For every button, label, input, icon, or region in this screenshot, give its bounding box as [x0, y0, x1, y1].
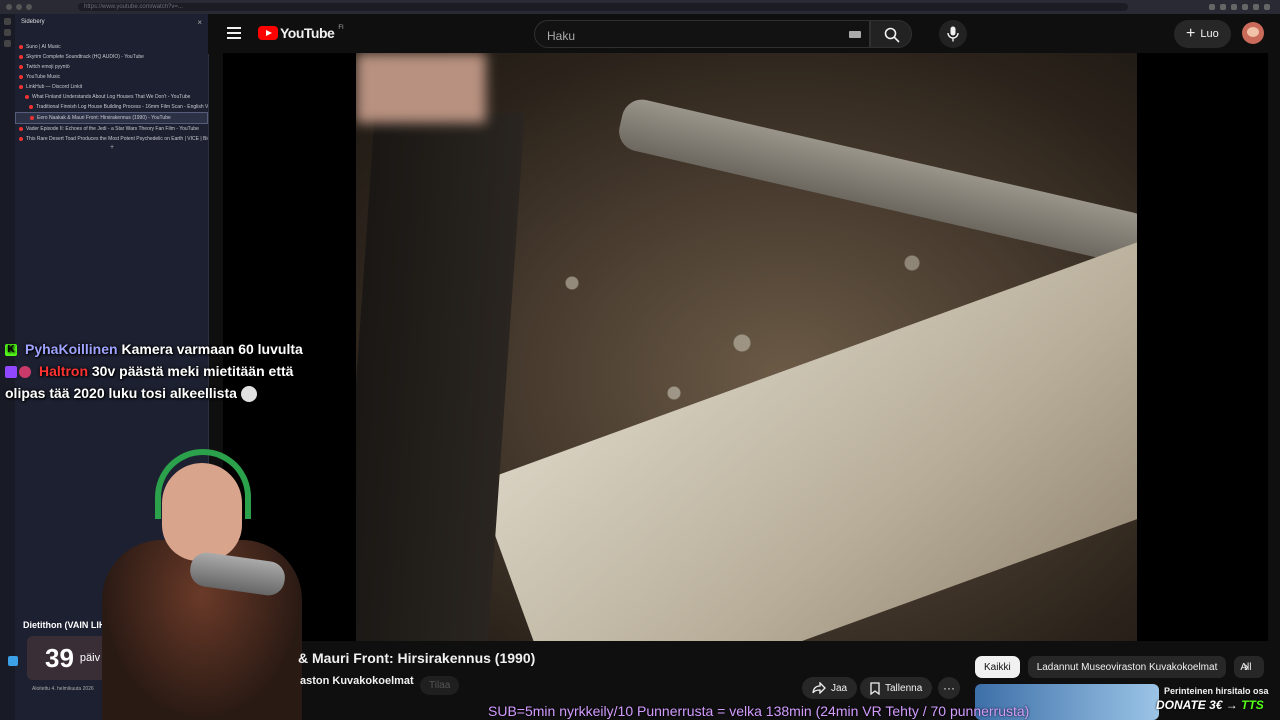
search-icon [884, 27, 900, 43]
donate-text: DONATE 3€ → [1156, 698, 1242, 712]
sidebar-tab-label: Twitch emoji pyyntö [26, 64, 70, 70]
favicon-icon [25, 95, 29, 99]
tab-list: Suno | AI Music Skyrim Complete Soundtrac… [15, 42, 208, 144]
video-scene-hand [356, 53, 486, 123]
panel-icon[interactable] [4, 40, 11, 47]
emote-icon [240, 386, 257, 403]
voice-search-button[interactable] [939, 20, 967, 48]
favicon-icon [19, 45, 23, 49]
favicon-icon [30, 116, 34, 120]
recommendation-chips: Kaikki Ladannut Museoviraston Kuvakokoel… [975, 656, 1265, 678]
youtube-header: YouTube FI + Luo [208, 14, 1280, 54]
search-button[interactable] [870, 20, 912, 48]
chat-overlay: K PyhaKoillinen Kamera varmaan 60 luvulta… [5, 338, 325, 404]
favicon-icon [19, 75, 23, 79]
favicon-icon [19, 127, 23, 131]
donate-banner: DONATE 3€ → TTS [1156, 698, 1264, 712]
search-box [534, 20, 870, 48]
sub-ticker: SUB=5min nyrkkeily/10 Punnerrusta = velk… [488, 703, 1030, 719]
subscribe-button[interactable]: Tilaa [420, 676, 460, 695]
video-player[interactable] [223, 53, 1268, 641]
chat-username: PyhaKoillinen [25, 341, 118, 357]
sidebar-tab-label: YouTube Music [26, 74, 61, 80]
save-label: Tallenna [885, 682, 923, 694]
twitter-icon [8, 656, 18, 666]
timer-unit: päiv [79, 652, 101, 664]
sidebar-tab-item[interactable]: Traditional Finnish Log House Building P… [15, 102, 208, 112]
chat-message: K PyhaKoillinen Kamera varmaan 60 luvulta [5, 338, 325, 360]
sidebar-tab-item[interactable]: LinkHub — Discord Linkit [15, 82, 208, 92]
avatar[interactable] [1242, 22, 1264, 44]
plus-icon: + [1186, 25, 1196, 42]
logo-text: YouTube [280, 25, 335, 41]
sidebar-tab-item[interactable]: What Finland Understands About Log House… [15, 92, 208, 102]
youtube-logo[interactable]: YouTube FI [258, 25, 344, 41]
sidebar-tab-label: Vader Episode II: Echoes of the Jedi - a… [26, 126, 199, 132]
chat-text: Kamera varmaan 60 luvulta [121, 341, 303, 357]
chat-username: Haltron [39, 363, 88, 379]
browser-toolbar: https://www.youtube.com/watch?v=... [0, 0, 1280, 14]
twitch-badge-icon [5, 366, 17, 379]
extension-icons[interactable] [1209, 4, 1270, 10]
sidebar-tab-item[interactable]: Eero Naakak & Mauri Front: Hirsirakennus… [15, 112, 208, 124]
favicon-icon [19, 55, 23, 59]
youtube-play-icon [258, 26, 278, 40]
region-code: FI [338, 25, 344, 31]
donate-tts: TTS [1241, 698, 1264, 712]
sidebar-tab-item[interactable]: YouTube Music [15, 72, 208, 82]
sidebar-tab-item[interactable]: Skyrim Complete Soundtrack (HQ AUDIO) - … [15, 52, 208, 62]
sidebar-tab-label: This Rare Desert Toad Produces the Most … [26, 136, 208, 142]
microphone-icon [947, 26, 959, 42]
favicon-icon [19, 85, 23, 89]
chip-all[interactable]: Kaikki [975, 656, 1020, 678]
headset-icon [155, 449, 251, 519]
kick-badge-icon: K [5, 344, 17, 357]
video-frame[interactable] [356, 53, 1137, 641]
bookmark-icon [870, 681, 880, 695]
save-button[interactable]: Tallenna [860, 677, 933, 699]
create-label: Luo [1200, 28, 1219, 40]
sidebar-tab-item[interactable]: Vader Episode II: Echoes of the Jedi - a… [15, 124, 208, 134]
sidebar-tab-label: LinkHub — Discord Linkit [26, 84, 83, 90]
window-controls[interactable] [6, 4, 32, 10]
chevron-right-icon[interactable]: › [1244, 658, 1262, 676]
chip-uploader[interactable]: Ladannut Museoviraston Kuvakokoelmat [1027, 656, 1227, 678]
webcam-overlay [100, 445, 310, 720]
timer-days: 39 [45, 642, 74, 673]
favicon-icon [19, 65, 23, 69]
favicon-icon [19, 137, 23, 141]
video-scene-axe-handle [356, 113, 525, 641]
sub-badge-icon [19, 366, 31, 379]
share-icon [812, 682, 826, 694]
new-tab-button[interactable]: + [15, 144, 208, 151]
share-button[interactable]: Jaa [802, 677, 858, 699]
share-label: Jaa [831, 682, 848, 694]
chat-message: Haltron 30v päästä meki mietitään että o… [5, 360, 325, 404]
menu-icon[interactable] [227, 27, 241, 39]
keyboard-icon[interactable] [849, 31, 861, 38]
channel-name[interactable]: aston Kuvakokoelmat [300, 675, 414, 687]
sidebar-tab-item[interactable]: Suno | AI Music [15, 42, 208, 52]
sidebar-tab-label: Suno | AI Music [26, 44, 61, 50]
sidebery-header: Sidebery × [15, 14, 208, 30]
sidebar-tab-item[interactable]: Twitch emoji pyyntö [15, 62, 208, 72]
search-input[interactable] [545, 28, 849, 44]
recommended-title[interactable]: Perinteinen hirsitalo osa [1164, 686, 1269, 696]
sidebar-tab-label: What Finland Understands About Log House… [32, 94, 191, 100]
close-icon[interactable]: × [197, 18, 202, 27]
sidebery-title: Sidebery [21, 19, 45, 25]
sidebar-tab-label: Traditional Finnish Log House Building P… [36, 104, 208, 110]
address-bar[interactable]: https://www.youtube.com/watch?v=... [78, 3, 1128, 11]
more-actions-button[interactable]: ··· [938, 677, 960, 699]
create-button[interactable]: + Luo [1174, 20, 1231, 48]
favicon-icon [29, 105, 33, 109]
sidebar-tab-label: Skyrim Complete Soundtrack (HQ AUDIO) - … [26, 54, 144, 60]
panel-icon[interactable] [4, 29, 11, 36]
sidebar-tab-item[interactable]: This Rare Desert Toad Produces the Most … [15, 134, 208, 144]
video-title: & Mauri Front: Hirsirakennus (1990) [298, 650, 536, 666]
sidebar-tab-label: Eero Naakak & Mauri Front: Hirsirakennus… [37, 115, 171, 121]
panel-icon[interactable] [4, 18, 11, 25]
